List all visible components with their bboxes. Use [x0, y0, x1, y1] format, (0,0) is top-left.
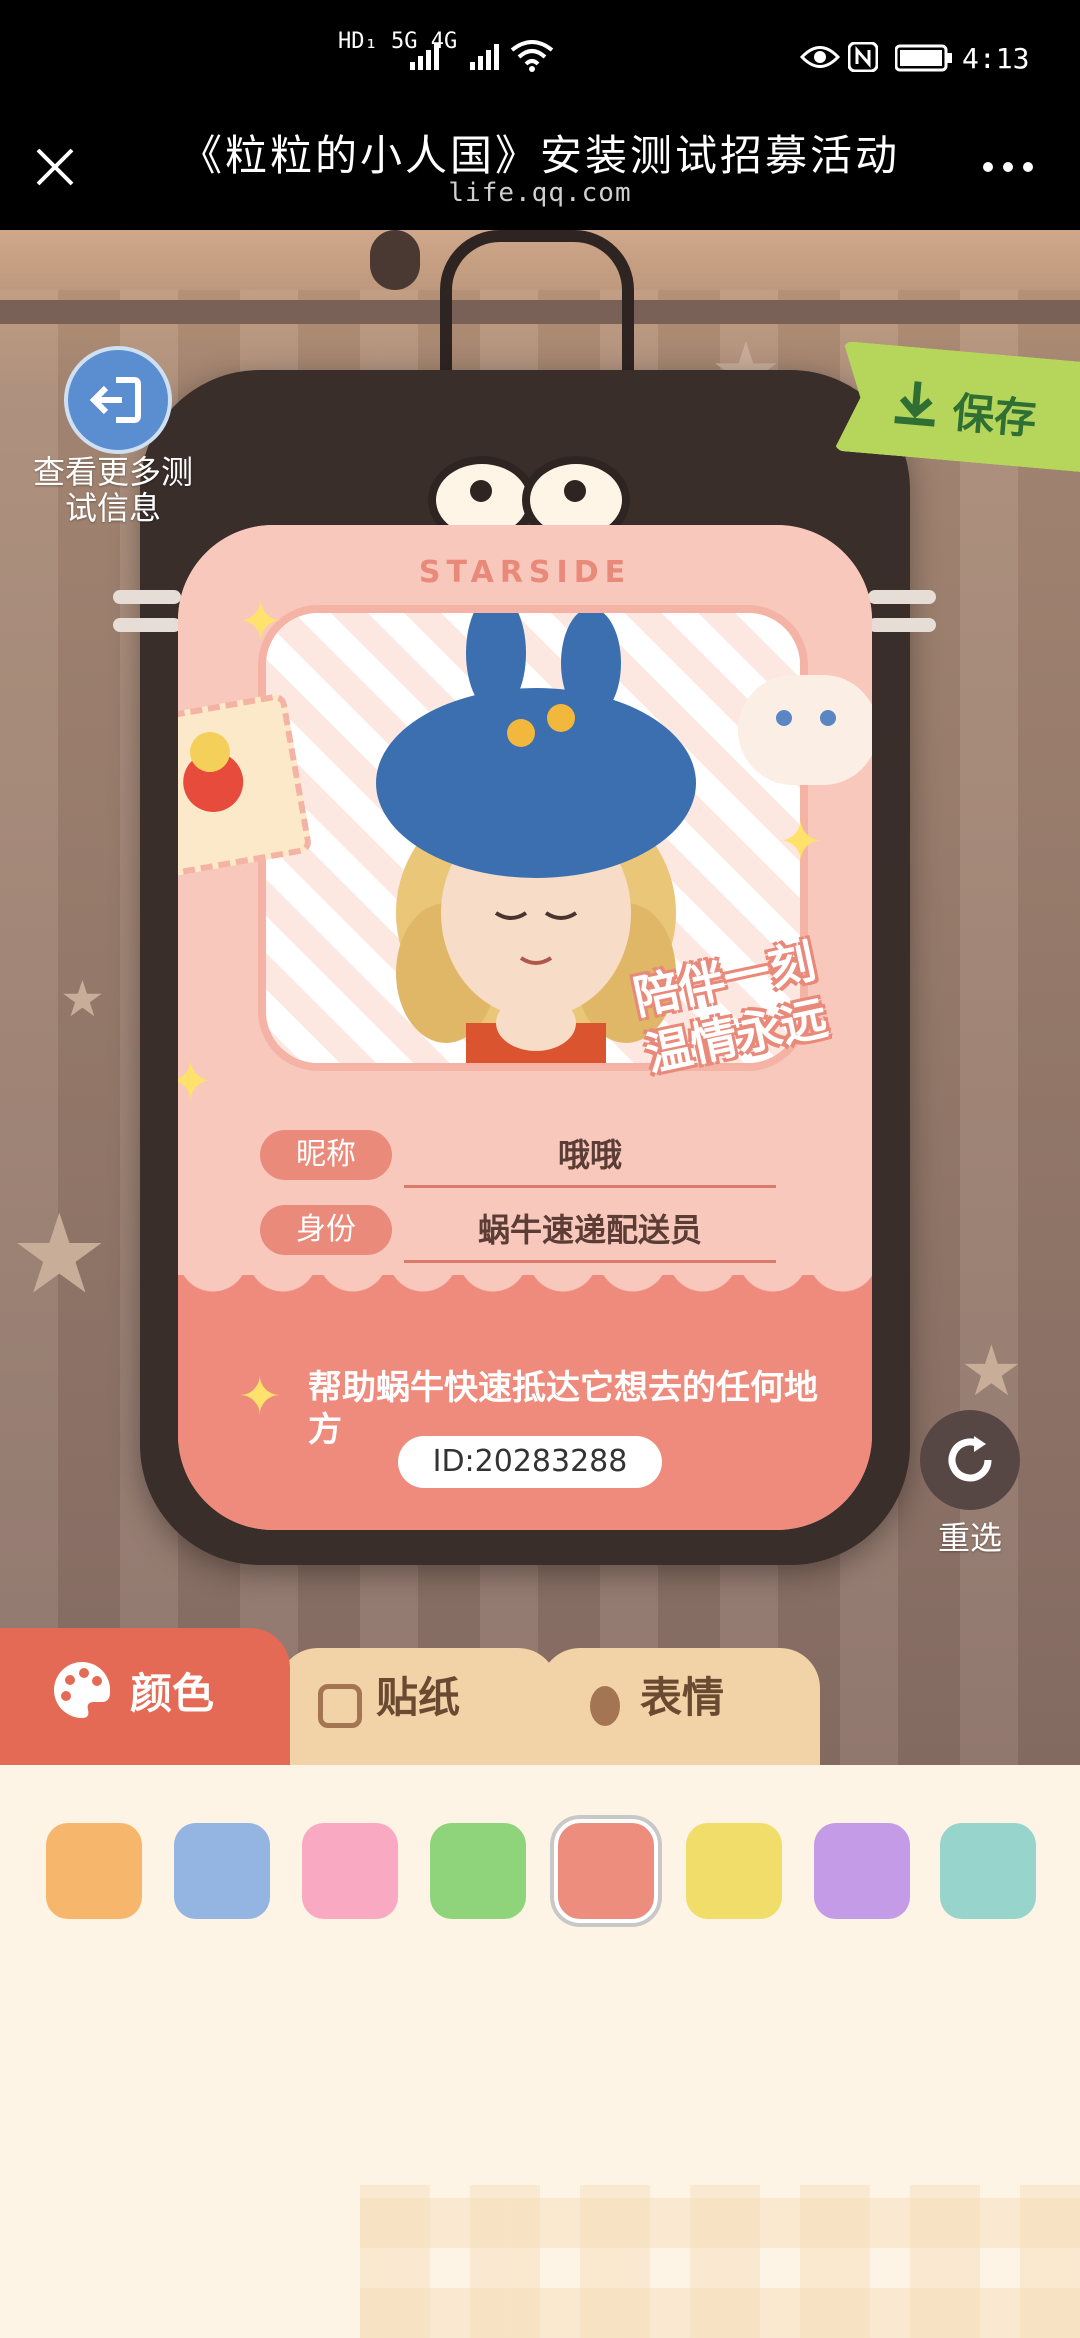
cat-sticker — [738, 675, 872, 785]
clock: 4:13 — [962, 42, 1030, 75]
refresh-icon — [920, 1410, 1020, 1510]
sticker-icon — [318, 1684, 362, 1728]
tab-color[interactable]: 颜色 — [0, 1628, 290, 1765]
cat-whisker — [113, 618, 181, 632]
cat-whisker — [113, 590, 181, 604]
sparkle-icon: ✦ — [778, 810, 824, 873]
download-icon — [888, 375, 944, 431]
exit-icon — [64, 346, 172, 454]
title-bar: 《粒粒的小人国》安装测试招募活动 life.qq.com — [0, 120, 1080, 230]
floor-decoration — [360, 2185, 1080, 2338]
tab-sticker[interactable]: 贴纸 — [278, 1648, 558, 1765]
tab-expression-label: 表情 — [640, 1673, 725, 1722]
status-bar: HD₁ 5G 4G 4:13 — [0, 0, 1080, 120]
color-swatch-teal[interactable] — [940, 1823, 1036, 1919]
cat-whisker — [868, 590, 936, 604]
signal-icon — [470, 42, 506, 70]
more-button[interactable] — [980, 152, 1036, 182]
tab-sticker-label: 贴纸 — [376, 1673, 461, 1722]
sparkle-icon: ✦ — [178, 1050, 214, 1113]
divider — [404, 1260, 776, 1263]
sparkle-icon: ✦ — [238, 1367, 282, 1427]
more-info-button[interactable]: 查看更多测试信息 — [28, 346, 198, 586]
star-decoration: ★ — [10, 1190, 109, 1318]
page-title: 《粒粒的小人国》安装测试招募活动 — [179, 131, 900, 180]
sparkle-icon: ✦ — [238, 590, 284, 653]
face-icon — [590, 1686, 620, 1726]
tab-color-label: 颜色 — [130, 1669, 215, 1718]
wifi-icon — [510, 38, 554, 72]
reselect-button[interactable]: 重选 — [900, 1410, 1040, 1570]
reselect-label: 重选 — [937, 1519, 1002, 1557]
page-url: life.qq.com — [448, 178, 632, 208]
identity-label: 身份 — [260, 1205, 392, 1255]
save-button[interactable]: 保存 — [834, 341, 1080, 473]
star-decoration: ★ — [960, 1330, 1023, 1412]
card-scene: ★ ★ ★ ★ STARSIDE — [0, 230, 1080, 1765]
divider — [404, 1185, 776, 1188]
palette-icon — [54, 1661, 111, 1718]
color-swatch-blue[interactable] — [174, 1823, 270, 1919]
color-swatch-coral[interactable] — [554, 1819, 658, 1923]
color-swatch-pink[interactable] — [302, 1823, 398, 1919]
profile-card: STARSIDE ✦ ✦ ✦ 陪伴一刻 温情永远 昵称 哦哦 身份 蜗牛速递配送… — [178, 525, 872, 1530]
tab-expression[interactable]: 表情 — [540, 1648, 820, 1765]
color-palette — [0, 1765, 1080, 2338]
more-icon — [983, 162, 1033, 172]
nickname-label: 昵称 — [260, 1130, 392, 1180]
color-swatch-orange[interactable] — [46, 1823, 142, 1919]
color-swatch-purple[interactable] — [814, 1823, 910, 1919]
save-label: 保存 — [950, 387, 1039, 444]
nickname-value: 哦哦 — [557, 1136, 622, 1174]
identity-value: 蜗牛速递配送员 — [477, 1211, 702, 1249]
battery-icon — [894, 44, 953, 72]
eye-icon — [799, 44, 841, 70]
hook-decoration — [370, 230, 420, 290]
color-swatch-yellow[interactable] — [686, 1823, 782, 1919]
more-info-label: 查看更多测试信息 — [32, 453, 193, 527]
color-swatch-green[interactable] — [430, 1823, 526, 1919]
nfc-icon — [847, 41, 879, 73]
star-decoration: ★ — [60, 970, 105, 1028]
card-id: ID:20283288 — [398, 1436, 662, 1488]
tab-bar: 表情 贴纸 颜色 — [0, 1628, 1080, 1765]
card-brand: STARSIDE — [418, 555, 632, 590]
cat-whisker — [868, 618, 936, 632]
signal-icon — [410, 42, 446, 70]
